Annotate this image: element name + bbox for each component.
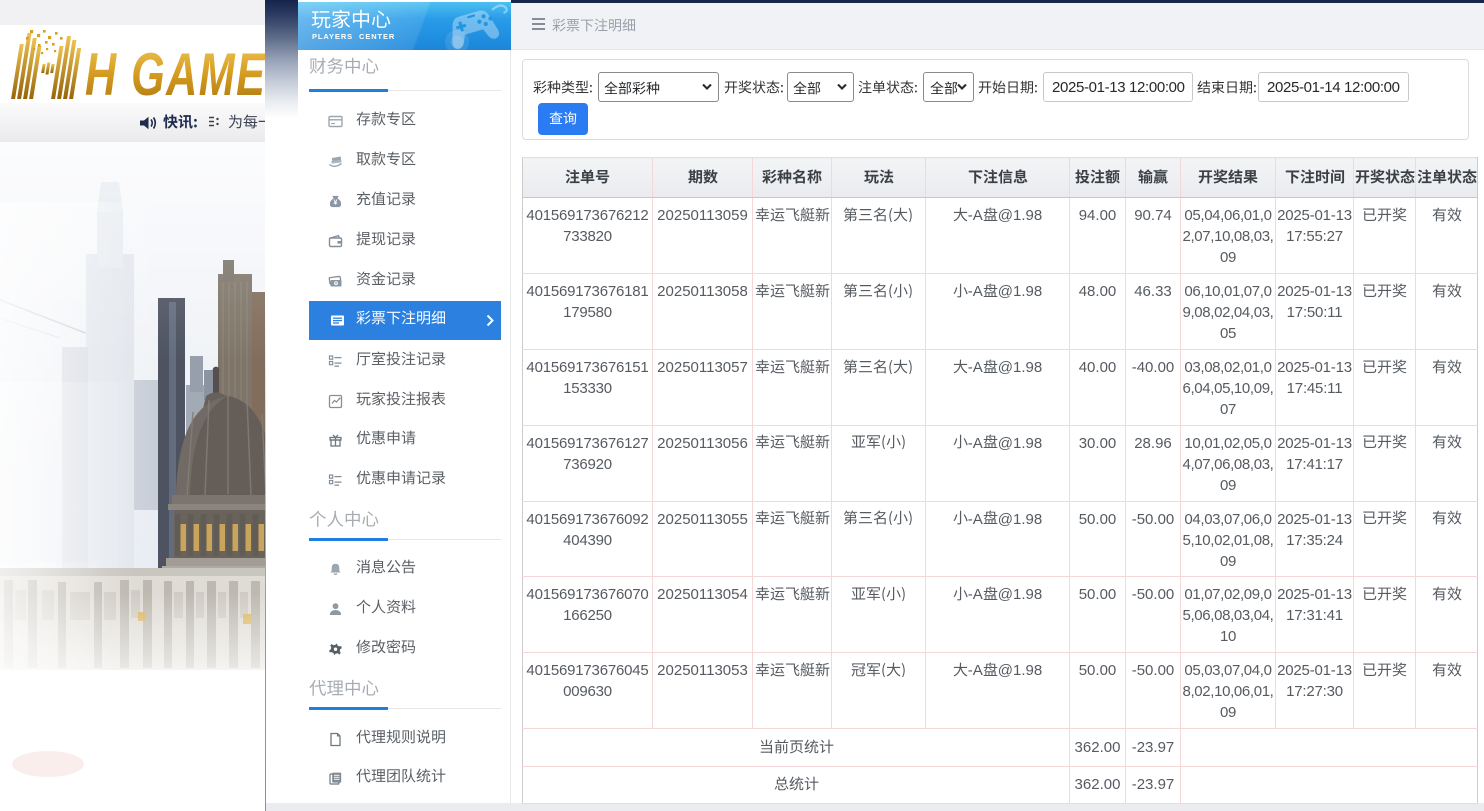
svg-text:H GAME: H GAME xyxy=(85,42,266,102)
svg-text:¥: ¥ xyxy=(334,200,338,207)
svg-text:¥: ¥ xyxy=(335,281,337,285)
